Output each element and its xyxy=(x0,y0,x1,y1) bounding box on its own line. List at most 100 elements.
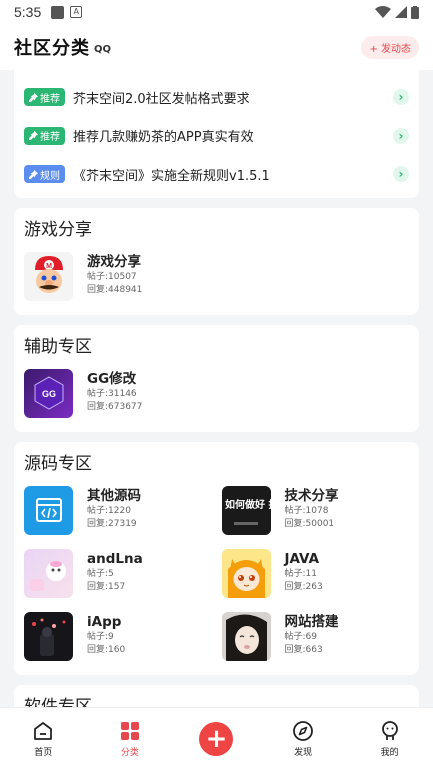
notice-title: 《芥末空间》实施全新规则v1.5.1 xyxy=(73,168,270,184)
page-title: 社区分类 xyxy=(14,38,90,59)
recommend-badge: 推荐 xyxy=(24,88,65,107)
forum-posts: 帖子:1078 xyxy=(284,505,329,516)
forum-posts: 帖子:10507 xyxy=(87,271,137,282)
gg-logo-thumbnail: GG xyxy=(24,368,73,418)
forum-item[interactable]: JAVA 帖子:11 回复:263 xyxy=(221,548,410,598)
forum-replies: 回复:160 xyxy=(87,644,126,655)
forum-replies: 回复:663 xyxy=(284,644,323,655)
night-photo-picture xyxy=(32,618,66,656)
badge-label: 推荐 xyxy=(40,93,60,105)
forum-posts: 帖子:9 xyxy=(87,631,114,642)
section-title: 软件专区 xyxy=(24,696,92,708)
forum-replies: 回复:50001 xyxy=(284,518,335,529)
tab-label: 首页 xyxy=(34,747,53,758)
anime-picture xyxy=(30,560,66,591)
profile-icon xyxy=(381,720,398,740)
section-title: 游戏分享 xyxy=(24,219,92,240)
home-icon xyxy=(34,721,53,740)
forum-item[interactable]: GG GG修改 帖子:31146 回复:673677 xyxy=(24,368,409,418)
badge-label: 规则 xyxy=(40,170,60,182)
forum-name: iApp xyxy=(87,613,122,630)
forum-posts: 帖子:11 xyxy=(284,568,318,579)
website-thumbnail xyxy=(221,611,271,661)
qq-icon[interactable]: QQ xyxy=(94,44,111,55)
forum-replies: 回复:263 xyxy=(284,581,323,592)
category-icon xyxy=(120,721,139,740)
section-assist: 辅助专区 GG GG修改 帖子:31146 回复:673677 xyxy=(14,324,419,432)
tab-label: 发现 xyxy=(294,747,313,758)
post-button[interactable]: + 发动态 xyxy=(361,35,419,59)
forum-item[interactable]: M 游戏分享 帖子:10507 回复:448941 xyxy=(24,251,409,301)
tech-share-logo-text: 如何做好 技术分 xyxy=(225,498,271,511)
notice-title: 芥末空间2.0社区发帖格式要求 xyxy=(73,91,250,107)
bottom-tab-bar: 首页 分类 + 发现 我的 xyxy=(0,707,433,769)
forum-posts: 帖子:31146 xyxy=(87,388,137,399)
notice-item[interactable]: 推荐 推荐几款赚奶茶的APP真实有效 › xyxy=(24,117,409,156)
tab-create[interactable]: + xyxy=(186,721,246,756)
tab-category[interactable]: 分类 xyxy=(100,720,160,758)
tech-share-logo: 如何做好 技术分 xyxy=(225,498,271,525)
forum-name: 技术分享 xyxy=(284,487,339,504)
recommend-badge: 推荐 xyxy=(24,126,65,145)
forum-posts: 帖子:69 xyxy=(284,631,318,642)
forum-name: 其他源码 xyxy=(87,487,141,504)
pin-icon xyxy=(29,131,38,141)
code-thumbnail xyxy=(24,485,73,535)
status-time: 5:35 xyxy=(14,4,42,20)
tab-discover[interactable]: 发现 xyxy=(273,720,333,758)
notice-item[interactable]: 推荐 芥末空间2.0社区发帖格式要求 › xyxy=(24,78,409,117)
section-title: 源码专区 xyxy=(24,453,92,474)
mario-icon: M xyxy=(34,256,63,293)
java-thumbnail xyxy=(221,548,271,598)
app-header: 社区分类 QQ + 发动态 xyxy=(0,24,433,70)
forum-name: 网站搭建 xyxy=(284,613,339,630)
mario-thumbnail: M xyxy=(24,251,73,301)
tab-profile[interactable]: 我的 xyxy=(360,720,420,758)
notice-item[interactable]: 规则 《芥末空间》实施全新规则v1.5.1 › xyxy=(24,155,409,194)
tech-share-thumbnail: 如何做好 技术分 xyxy=(221,485,271,535)
iapp-thumbnail xyxy=(24,611,73,661)
forum-posts: 帖子:5 xyxy=(87,568,114,579)
tab-label: 分类 xyxy=(120,747,139,758)
compass-icon xyxy=(293,720,313,741)
chevron-right-icon: › xyxy=(393,127,409,144)
tab-label: 我的 xyxy=(380,747,399,758)
rule-badge: 规则 xyxy=(24,165,65,184)
notice-title: 推荐几款赚奶茶的APP真实有效 xyxy=(73,130,254,146)
notification-icon xyxy=(51,5,65,19)
andlna-thumbnail xyxy=(24,548,73,598)
forum-item[interactable]: 网站搭建 帖子:69 回复:663 xyxy=(221,611,410,661)
portrait-picture xyxy=(225,613,267,661)
category-list[interactable]: 推荐 芥末空间2.0社区发帖格式要求 › 推荐 推荐几款赚奶茶的APP真实有效 … xyxy=(0,70,433,707)
badge-label: 推荐 xyxy=(40,132,60,144)
forum-item[interactable]: andLna 帖子:5 回复:157 xyxy=(24,548,212,598)
forum-item[interactable]: 其他源码 帖子:1220 回复:27319 xyxy=(24,485,212,535)
signal-icon xyxy=(395,6,407,18)
pin-icon xyxy=(29,169,38,179)
section-source-code: 源码专区 其他源码 帖子:1220 回复:27319 如何做好 技术分享 帖子:… xyxy=(14,441,419,675)
plus-icon: + xyxy=(199,721,234,756)
chevron-right-icon: › xyxy=(393,89,409,106)
battery-icon xyxy=(411,5,419,19)
forum-item[interactable]: 如何做好 技术分 技术分享 帖子:1078 回复:50001 xyxy=(221,485,410,535)
notice-card: 推荐 芥末空间2.0社区发帖格式要求 › 推荐 推荐几款赚奶茶的APP真实有效 … xyxy=(14,70,419,198)
status-bar: 5:35 A xyxy=(0,0,433,24)
wifi-icon xyxy=(375,6,391,18)
forum-name: 游戏分享 xyxy=(87,253,141,270)
anime-girl-picture xyxy=(227,558,265,598)
gg-logo-text: GG xyxy=(41,389,55,399)
forum-replies: 回复:27319 xyxy=(87,518,137,529)
section-software: 软件专区 xyxy=(14,684,419,708)
svg-text:M: M xyxy=(46,263,52,270)
forum-name: JAVA xyxy=(284,550,320,567)
gg-logo-icon: GG xyxy=(34,376,63,410)
forum-posts: 帖子:1220 xyxy=(87,505,131,516)
tab-home[interactable]: 首页 xyxy=(13,720,73,758)
code-icon xyxy=(35,498,62,522)
chevron-right-icon: › xyxy=(393,166,409,183)
section-game-share: 游戏分享 M 游戏分享 帖子:10507 回复:448941 xyxy=(14,207,419,315)
forum-name: GG修改 xyxy=(87,370,137,387)
keyboard-notification-icon: A xyxy=(70,6,83,18)
forum-item[interactable]: iApp 帖子:9 回复:160 xyxy=(24,611,212,661)
forum-replies: 回复:157 xyxy=(87,581,126,592)
